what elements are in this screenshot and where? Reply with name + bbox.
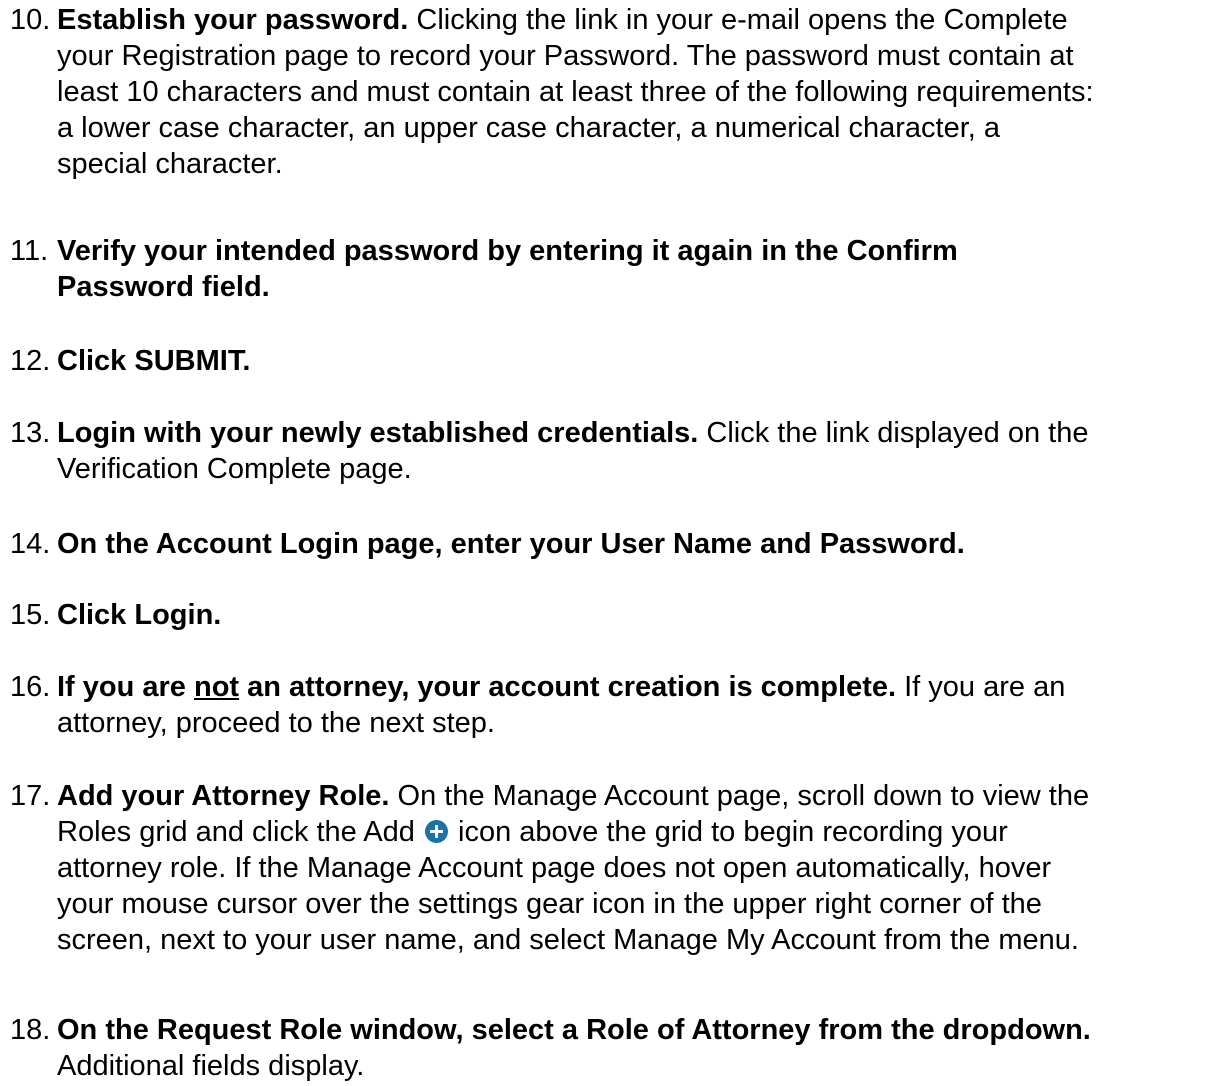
step-heading: Verify your intended password by enterin… — [57, 235, 958, 267]
step-15: 15. Click Login. — [0, 597, 1208, 633]
step-heading: On the Request Role window, select a Rol… — [57, 1014, 1091, 1046]
step-number: 17. — [10, 780, 51, 812]
step-13: 13. Login with your newly established cr… — [0, 415, 1208, 487]
step-number: 13. — [10, 417, 51, 449]
step-12: 12. Click SUBMIT. — [0, 343, 1208, 379]
step-text: attorney role. If the Manage Account pag… — [57, 852, 1052, 884]
step-text: special character. — [57, 148, 283, 180]
step-number: 14. — [10, 528, 51, 560]
step-11: 11. Verify your intended password by ent… — [0, 233, 1208, 305]
step-number: 18. — [10, 1014, 51, 1046]
step-text: Verification Complete page. — [57, 453, 412, 485]
step-text: On the Manage Account page, scroll down … — [389, 780, 1090, 812]
step-heading: Click SUBMIT. — [57, 345, 251, 377]
add-circle-icon — [424, 820, 448, 843]
step-heading: Establish your password. — [57, 4, 409, 36]
step-number: 12. — [10, 345, 51, 377]
instructions-document: 10. Establish your password. Clicking th… — [0, 0, 1208, 1086]
step-text: a lower case character, an upper case ch… — [57, 112, 1000, 144]
step-text: Roles grid and click the Add — [57, 816, 415, 848]
step-14: 14. On the Account Login page, enter you… — [0, 526, 1208, 562]
step-text: your mouse cursor over the settings gear… — [57, 888, 1042, 920]
step-number: 11. — [10, 235, 49, 267]
step-text: least 10 characters and must contain at … — [57, 76, 1094, 108]
step-text: Additional fields display. — [57, 1050, 365, 1082]
step-10: 10. Establish your password. Clicking th… — [0, 2, 1208, 182]
step-text: If you are an — [896, 671, 1066, 703]
step-heading: Click Login. — [57, 599, 222, 631]
step-17: 17. Add your Attorney Role. On the Manag… — [0, 778, 1208, 958]
step-heading: Add your Attorney Role. — [57, 780, 390, 812]
step-text: Click the link displayed on the — [698, 417, 1089, 449]
step-heading: Login with your newly established creden… — [57, 417, 699, 449]
step-heading: If you are — [57, 671, 194, 703]
emphasis-not: not — [194, 671, 240, 703]
step-text: screen, next to your user name, and sele… — [57, 924, 1079, 956]
step-number: 16. — [10, 671, 51, 703]
step-text: icon above the grid to begin recording y… — [449, 816, 1008, 848]
step-number: 10. — [10, 4, 51, 36]
step-text: Clicking the link in your e-mail opens t… — [408, 4, 1068, 36]
step-heading: On the Account Login page, enter your Us… — [57, 528, 965, 560]
step-heading: Password field. — [57, 271, 270, 303]
step-18: 18. On the Request Role window, select a… — [0, 1012, 1208, 1084]
step-16: 16. If you are not an attorney, your acc… — [0, 669, 1208, 741]
step-text: attorney, proceed to the next step. — [57, 707, 495, 739]
step-text: your Registration page to record your Pa… — [57, 40, 1074, 72]
step-heading: an attorney, your account creation is co… — [239, 671, 897, 703]
step-number: 15. — [10, 599, 51, 631]
